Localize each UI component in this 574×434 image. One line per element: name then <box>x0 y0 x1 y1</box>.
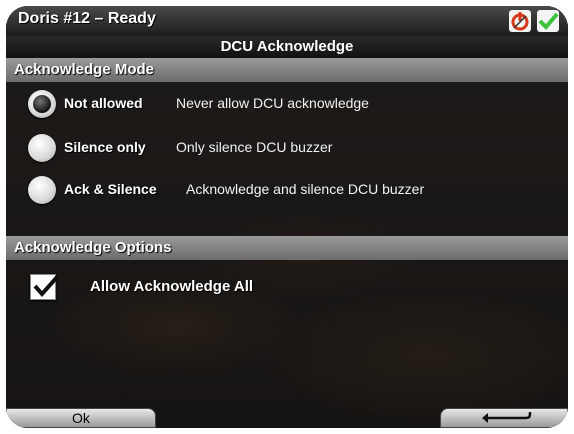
status-icons <box>508 9 560 33</box>
allow-ack-all-label[interactable]: Allow Acknowledge All <box>90 278 253 295</box>
section-header-mode: Acknowledge Mode <box>6 58 568 82</box>
title-bar: Doris #12 – Ready <box>6 6 568 36</box>
back-button[interactable] <box>440 408 568 428</box>
section-header-options: Acknowledge Options <box>6 236 568 260</box>
option-label: Silence only <box>64 139 146 155</box>
option-label: Not allowed <box>64 95 143 111</box>
option-description: Only silence DCU buzzer <box>176 139 333 155</box>
radio-button[interactable] <box>28 134 56 162</box>
option-description: Acknowledge and silence DCU buzzer <box>186 181 425 197</box>
radio-option-not-allowed[interactable]: Not allowed Never allow DCU acknowledge <box>6 86 568 122</box>
check-icon <box>537 10 559 32</box>
option-label: Ack & Silence <box>64 181 157 197</box>
title-text: Doris #12 – Ready <box>18 10 156 27</box>
radio-button[interactable] <box>28 90 56 118</box>
return-arrow-icon <box>482 412 532 423</box>
device-screen: Doris #12 – Ready DCU Acknowledge Acknow… <box>6 6 568 428</box>
option-description: Never allow DCU acknowledge <box>176 95 369 111</box>
radio-option-ack-silence[interactable]: Ack & Silence Acknowledge and silence DC… <box>6 172 568 208</box>
allow-ack-all-checkbox[interactable] <box>30 274 60 300</box>
ok-button[interactable]: Ok <box>6 408 156 428</box>
radio-option-silence-only[interactable]: Silence only Only silence DCU buzzer <box>6 130 568 166</box>
power-icon <box>509 10 531 32</box>
radio-button[interactable] <box>28 176 56 204</box>
page-title: DCU Acknowledge <box>6 36 568 58</box>
checkmark-icon <box>33 274 60 298</box>
